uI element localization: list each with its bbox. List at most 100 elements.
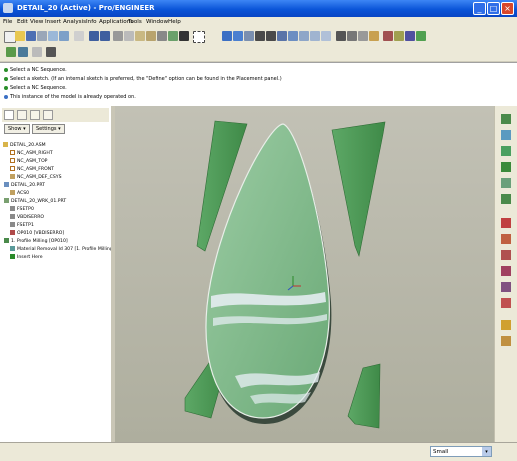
menu-insert[interactable]: Insert — [45, 19, 61, 25]
print-icon[interactable] — [37, 31, 47, 41]
nc-sequence-icon[interactable] — [501, 114, 511, 124]
tree-item-fixture[interactable]: FSETP0 — [10, 206, 34, 213]
tool-manager-icon[interactable] — [501, 178, 511, 188]
selection-filter-dropdown[interactable]: Small ▾ — [430, 446, 492, 457]
menu-file[interactable]: File — [3, 19, 12, 25]
mill-surface-icon[interactable] — [501, 336, 511, 346]
prompt-icon — [4, 67, 8, 72]
minimize-button[interactable]: _ — [473, 2, 486, 15]
email-link-icon[interactable] — [59, 31, 69, 41]
graphics-window[interactable] — [115, 106, 494, 442]
cl-data-icon[interactable] — [501, 130, 511, 140]
model-tree-panel: Show ▾ Settings ▾ DETAIL_20.ASM NC_ASM_R… — [0, 106, 115, 446]
datum-point-icon[interactable] — [501, 266, 511, 276]
selection-filter-icon[interactable] — [193, 31, 205, 43]
copy-icon[interactable] — [124, 31, 134, 41]
tree-item-assembly[interactable]: DETAIL_20.ASM — [3, 142, 46, 149]
paste-special-icon[interactable] — [146, 31, 156, 41]
message-line: This instance of the model is already op… — [4, 94, 136, 100]
save-icon[interactable] — [26, 31, 36, 41]
tree-item-insert-here[interactable]: Insert Here — [10, 254, 43, 261]
tree-item-fixture[interactable]: FSETP1 — [10, 222, 34, 229]
orient-mode-icon[interactable] — [244, 31, 254, 41]
tree-item-plane[interactable]: NC_ASM_RIGHT — [10, 150, 53, 157]
undo-icon[interactable] — [89, 31, 99, 41]
tree-item-csys[interactable]: ACS0 — [10, 190, 29, 197]
menu-edit[interactable]: Edit — [17, 19, 28, 25]
close-button[interactable]: × — [501, 2, 514, 15]
fixture-setup-icon[interactable] — [501, 194, 511, 204]
datum-axes-icon[interactable] — [394, 31, 404, 41]
mfg-setup-icon[interactable] — [6, 47, 16, 57]
email-icon[interactable] — [48, 31, 58, 41]
mill-window-icon[interactable] — [501, 320, 511, 330]
secondary-toolbar — [0, 44, 517, 62]
menu-help[interactable]: Help — [168, 19, 181, 25]
regenerate-icon[interactable] — [74, 31, 84, 41]
redo-icon[interactable] — [100, 31, 110, 41]
datum-axis-icon[interactable] — [501, 234, 511, 244]
csys-icon — [10, 190, 15, 195]
tree-item-machine[interactable]: VBDISERRO — [10, 214, 44, 221]
mfg-info-icon[interactable] — [32, 47, 42, 57]
workcell-icon[interactable] — [501, 146, 511, 156]
tree-item-workpiece[interactable]: DETAIL_20_WRK_01.PRT — [4, 198, 66, 205]
regen-model-icon[interactable] — [168, 31, 178, 41]
tree-item-operation[interactable]: OP010 [VBDISERRO] — [10, 230, 64, 237]
datum-curve-icon[interactable] — [501, 250, 511, 260]
settings-button[interactable]: Settings ▾ — [32, 124, 65, 134]
tree-item-part[interactable]: DETAIL_20.PRT — [4, 182, 45, 189]
menu-tools[interactable]: Tools — [128, 19, 142, 25]
tree-item-plane[interactable]: NC_ASM_TOP — [10, 158, 47, 165]
wireframe-icon[interactable] — [336, 31, 346, 41]
favorites-tab[interactable] — [30, 110, 40, 120]
no-hidden-icon[interactable] — [358, 31, 368, 41]
repaint-icon[interactable] — [222, 31, 232, 41]
view-manager-icon[interactable] — [321, 31, 331, 41]
connections-tab[interactable] — [43, 110, 53, 120]
mfg-model-icon[interactable] — [18, 47, 28, 57]
tree-item-plane[interactable]: NC_ASM_FRONT — [10, 166, 54, 173]
datum-plane-icon — [10, 158, 15, 163]
menu-info[interactable]: Info — [86, 19, 97, 25]
menu-window[interactable]: Window — [146, 19, 168, 25]
zoom-in-icon[interactable] — [255, 31, 265, 41]
machine-icon — [10, 214, 15, 219]
operation-icon[interactable] — [501, 162, 511, 172]
layers-icon[interactable] — [310, 31, 320, 41]
open-icon[interactable] — [15, 31, 25, 41]
datum-plane-icon[interactable] — [501, 218, 511, 228]
datum-points-icon[interactable] — [405, 31, 415, 41]
folder-browser-tab[interactable] — [17, 110, 27, 120]
reorient-icon[interactable] — [288, 31, 298, 41]
info-icon — [4, 94, 8, 99]
shading-icon[interactable] — [369, 31, 379, 41]
context-help-icon[interactable] — [46, 47, 56, 57]
tree-item-csys[interactable]: NC_ASM_DEF_CSYS — [10, 174, 61, 181]
model-tree-tab[interactable] — [4, 110, 14, 120]
menu-analysis[interactable]: Analysis — [63, 19, 86, 25]
saved-views-icon[interactable] — [299, 31, 309, 41]
fixture-block-top-right — [331, 121, 386, 258]
maximize-button[interactable]: □ — [487, 2, 500, 15]
spin-center-icon[interactable] — [233, 31, 243, 41]
tree-item-material-removal[interactable]: Material Removal Id 307 [1. Profile Mill… — [10, 246, 115, 253]
refit-icon[interactable] — [277, 31, 287, 41]
hidden-line-icon[interactable] — [347, 31, 357, 41]
paste-icon[interactable] — [135, 31, 145, 41]
csys-icon[interactable] — [501, 282, 511, 292]
nc-sequence-icon — [4, 238, 9, 243]
csys-icon[interactable] — [416, 31, 426, 41]
menu-view[interactable]: View — [30, 19, 43, 25]
title-bar: DETAIL_20 (Active) - Pro/ENGINEER _ □ × — [0, 0, 517, 17]
zoom-out-icon[interactable] — [266, 31, 276, 41]
datum-planes-icon[interactable] — [383, 31, 393, 41]
insert-arrow-icon — [10, 254, 15, 259]
tree-item-nc-sequence[interactable]: 1. Profile Milling [OP010] — [4, 238, 68, 245]
edit-definition-icon[interactable] — [157, 31, 167, 41]
find-icon[interactable] — [179, 31, 189, 41]
cut-icon[interactable] — [113, 31, 123, 41]
assembly-icon — [3, 142, 8, 147]
sketch-icon[interactable] — [501, 298, 511, 308]
show-button[interactable]: Show ▾ — [4, 124, 30, 134]
